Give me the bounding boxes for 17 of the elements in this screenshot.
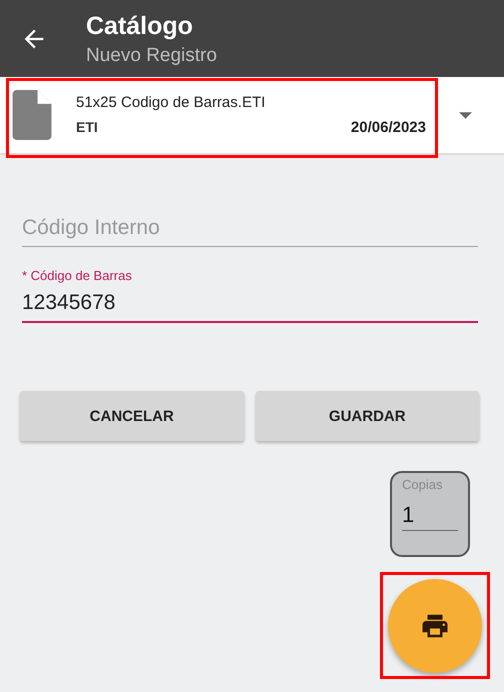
file-type: ETI: [76, 119, 98, 136]
file-selector[interactable]: 51x25 Codigo de Barras.ETI ETI 20/06/2023: [0, 77, 504, 155]
input-field[interactable]: 12345678: [22, 291, 478, 323]
copies-field[interactable]: Copias 1: [390, 471, 470, 557]
screen-title: Catálogo: [86, 10, 194, 42]
print-button[interactable]: [388, 578, 482, 672]
document-icon: [12, 90, 52, 140]
field-label: * Código de Barras: [22, 268, 133, 283]
file-name: 51x25 Codigo de Barras.ETI: [76, 94, 266, 111]
file-date: 20/06/2023: [350, 119, 426, 136]
copies-input[interactable]: 1: [402, 496, 458, 531]
input-field[interactable]: Código Interno: [22, 216, 478, 247]
copies-label: Copias: [402, 477, 444, 492]
screen-subtitle: Nuevo Registro: [86, 44, 217, 68]
action-button[interactable]: CANCELAR: [20, 391, 244, 441]
dropdown-caret-icon: [459, 112, 472, 118]
action-button[interactable]: GUARDAR: [256, 391, 479, 441]
